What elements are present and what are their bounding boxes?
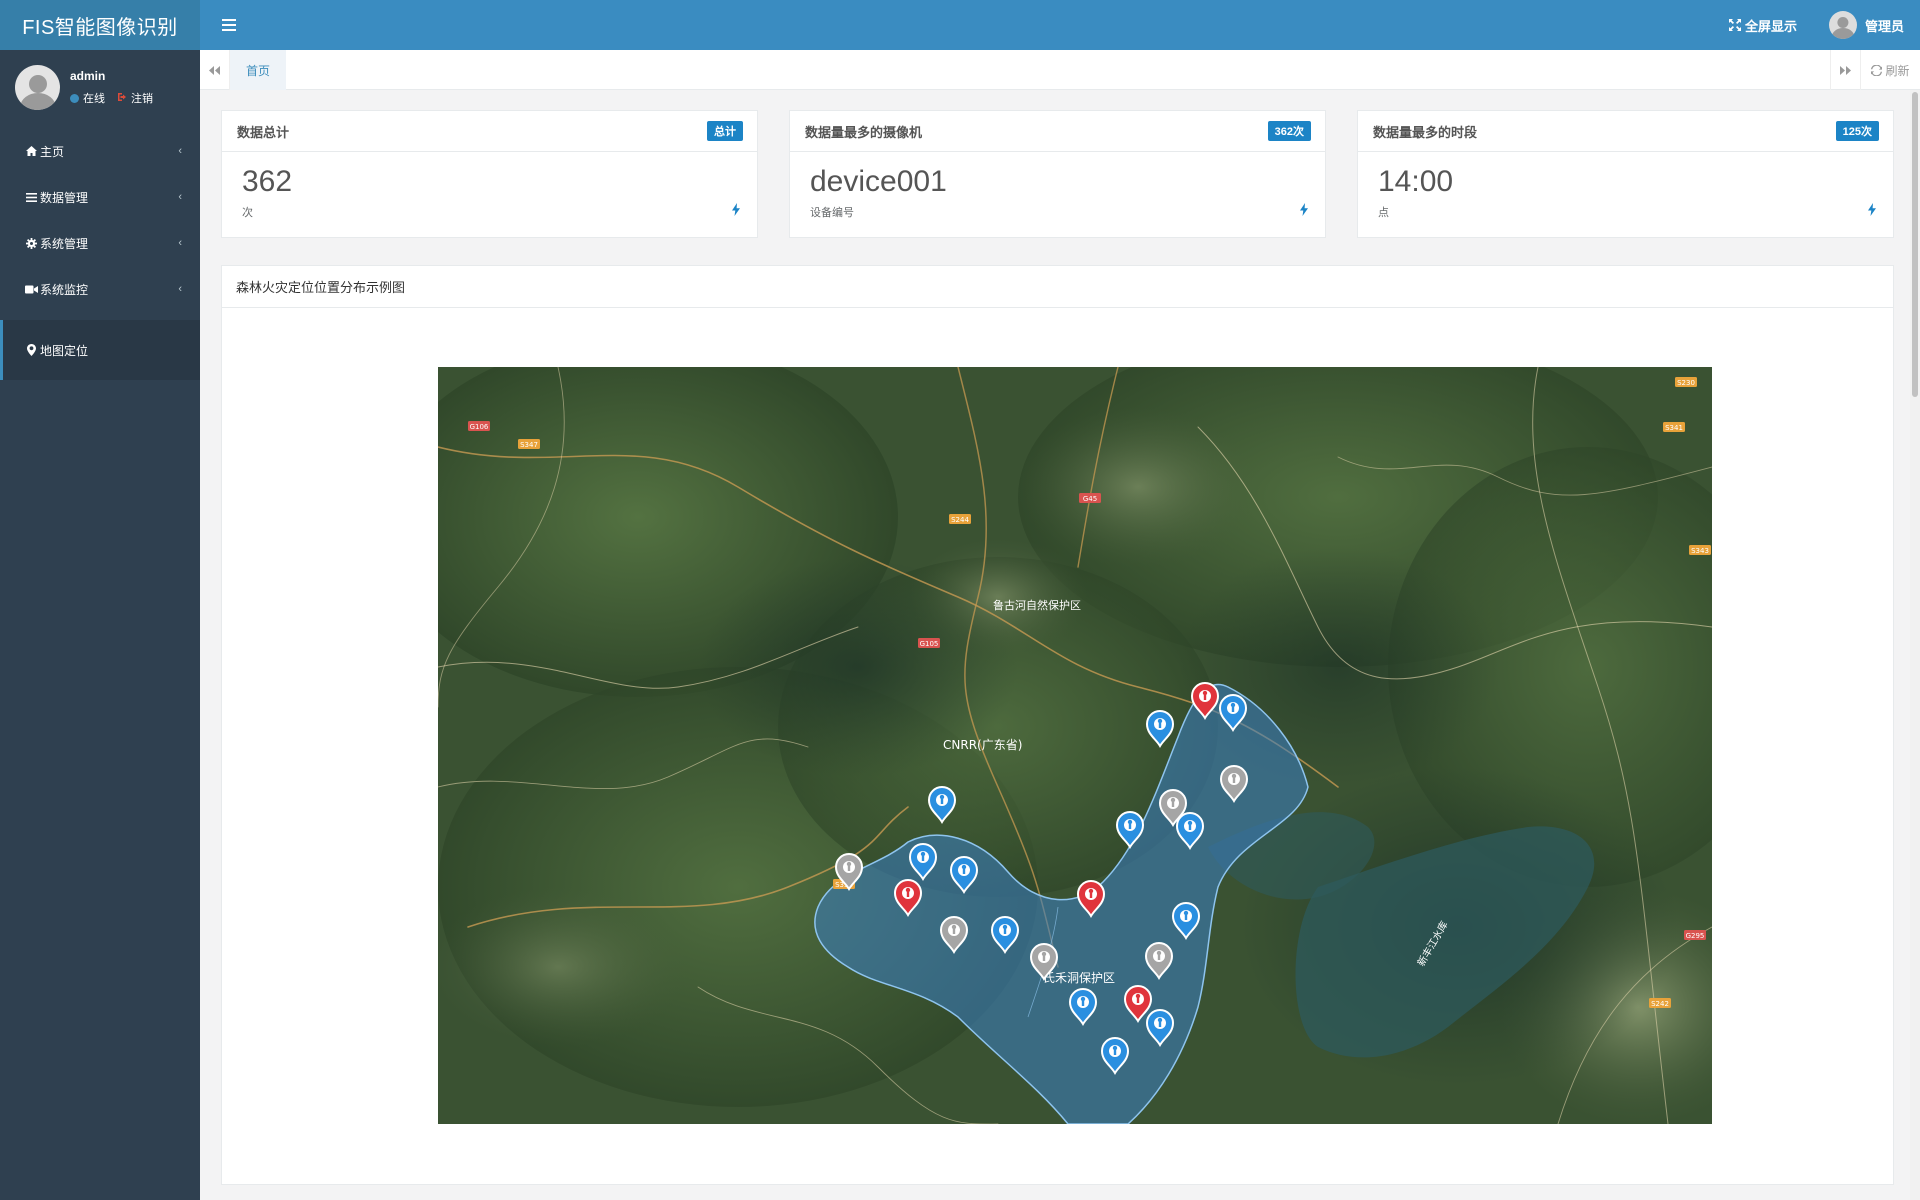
tab-home[interactable]: 首页 (230, 50, 287, 90)
home-icon (24, 146, 38, 156)
stat-value: 14:00 (1378, 165, 1454, 198)
sidebar-nav: 主页 ‹ 数据管理 ‹ 系统管理 ‹ 系统监控 ‹ 地图定位 (0, 128, 200, 380)
svg-text:S230: S230 (1677, 379, 1695, 387)
stat-badge: 362次 (1267, 121, 1311, 141)
road-tag: G105 (918, 638, 940, 648)
double-chevron-left-icon (209, 65, 220, 75)
app-title[interactable]: FIS智能图像识别 (0, 0, 200, 50)
svg-text:G45: G45 (1083, 495, 1097, 503)
sidebar-item-data-management[interactable]: 数据管理 ‹ (0, 174, 200, 220)
scrollbar-thumb[interactable] (1912, 92, 1918, 397)
svg-text:G105: G105 (920, 640, 939, 648)
svg-text:G106: G106 (470, 423, 489, 431)
road-tag: G295 (1684, 930, 1706, 940)
svg-text:S343: S343 (1691, 547, 1709, 555)
stat-sub: 点 (1378, 207, 1389, 219)
svg-text:S341: S341 (1665, 424, 1683, 432)
refresh-label: 刷新 (1885, 63, 1910, 78)
user-panel: admin 在线 注销 (0, 50, 200, 118)
fullscreen-button[interactable]: 全屏显示 (1728, 16, 1797, 35)
stat-badge: 125次 (1835, 121, 1879, 141)
stat-badge: 总计 (707, 121, 743, 141)
bolt-icon (1868, 203, 1876, 219)
refresh-button[interactable]: 刷新 (1860, 50, 1920, 90)
fullscreen-label: 全屏显示 (1744, 18, 1797, 34)
stat-card-top-camera: 数据量最多的摄像机 362次 device001 设备编号 (789, 110, 1326, 238)
stat-card-total: 数据总计 总计 362 次 (221, 110, 758, 238)
satellite-map[interactable]: 鲁古河自然保护区 CNRR(广东省) 氏禾洞保护区 新丰江水库 G106 S347… (438, 367, 1712, 1124)
stat-title: 数据量最多的时段 (1373, 124, 1478, 140)
sidebar-item-home[interactable]: 主页 ‹ (0, 128, 200, 174)
tab-scroll-left-button[interactable] (200, 50, 230, 90)
page-scrollbar[interactable] (1910, 90, 1920, 1200)
video-camera-icon (24, 285, 38, 294)
map-title: 森林火灾定位位置分布示例图 (236, 280, 406, 295)
refresh-icon (1871, 64, 1883, 76)
logout-link[interactable]: 注销 (131, 90, 153, 106)
road-tag: S343 (1689, 545, 1711, 555)
avatar (15, 65, 60, 110)
stat-value: 362 (242, 165, 293, 198)
chevron-left-icon: ‹ (178, 283, 182, 295)
map-marker-icon (24, 344, 38, 356)
road-tag: S244 (949, 514, 971, 524)
menu-toggle-icon[interactable] (218, 14, 240, 36)
online-status: 在线 (83, 93, 105, 105)
bolt-icon (732, 203, 740, 219)
road-tag: S230 (1675, 377, 1697, 387)
sidebar: admin 在线 注销 主页 ‹ 数据管理 ‹ 系统管理 ‹ 系统监控 ‹ 地图… (0, 50, 200, 1200)
stat-title: 数据总计 (237, 124, 290, 140)
stat-sub: 次 (242, 207, 253, 219)
road-tag: S347 (518, 439, 540, 449)
reserve-north-label: 鲁古河自然保护区 (993, 598, 1081, 612)
user-menu[interactable]: 管理员 (1828, 11, 1904, 39)
user-name: admin (70, 69, 106, 83)
sidebar-item-system-management[interactable]: 系统管理 ‹ (0, 220, 200, 266)
online-status-icon (70, 93, 79, 103)
list-icon (24, 192, 38, 202)
svg-text:S347: S347 (520, 441, 538, 449)
svg-text:S242: S242 (1651, 1000, 1669, 1008)
tabs-bar: 首页 刷新 (200, 50, 1920, 90)
header-avatar (1828, 11, 1857, 39)
road-tag: S341 (1663, 422, 1685, 432)
stat-title: 数据量最多的摄像机 (805, 124, 923, 140)
sidebar-item-system-monitor[interactable]: 系统监控 ‹ (0, 266, 200, 312)
double-chevron-right-icon (1840, 65, 1851, 75)
road-tag: S242 (1649, 998, 1671, 1008)
svg-text:G295: G295 (1686, 932, 1705, 940)
chevron-left-icon: ‹ (178, 191, 182, 203)
stat-sub: 设备编号 (810, 207, 854, 219)
road-tag: G45 (1079, 493, 1101, 503)
expand-icon (1728, 19, 1741, 31)
gear-icon (24, 237, 38, 249)
chevron-left-icon: ‹ (178, 145, 182, 157)
reserve-south-label: 氏禾洞保护区 (1043, 971, 1115, 985)
stat-card-top-period: 数据量最多的时段 125次 14:00 点 (1357, 110, 1894, 238)
svg-text:S244: S244 (951, 516, 969, 524)
logout-icon[interactable] (117, 92, 127, 105)
map-panel: 森林火灾定位位置分布示例图 鲁古河自然保护区 CNRR(广东省) 氏禾洞保护区 … (221, 265, 1894, 1185)
main-content: 数据总计 总计 362 次 数据量最多的摄像机 362次 device001 设… (200, 90, 1910, 1200)
bolt-icon (1300, 203, 1308, 219)
chevron-left-icon: ‹ (178, 237, 182, 249)
tab-scroll-right-button[interactable] (1830, 50, 1860, 90)
stat-value: device001 (810, 165, 947, 198)
cnrr-label: CNRR(广东省) (943, 738, 1022, 752)
user-menu-label: 管理员 (1864, 18, 1904, 34)
sidebar-item-map-location[interactable]: 地图定位 (0, 320, 200, 380)
top-header: FIS智能图像识别 全屏显示 管理员 (0, 0, 1920, 50)
road-tag: G106 (468, 421, 490, 431)
